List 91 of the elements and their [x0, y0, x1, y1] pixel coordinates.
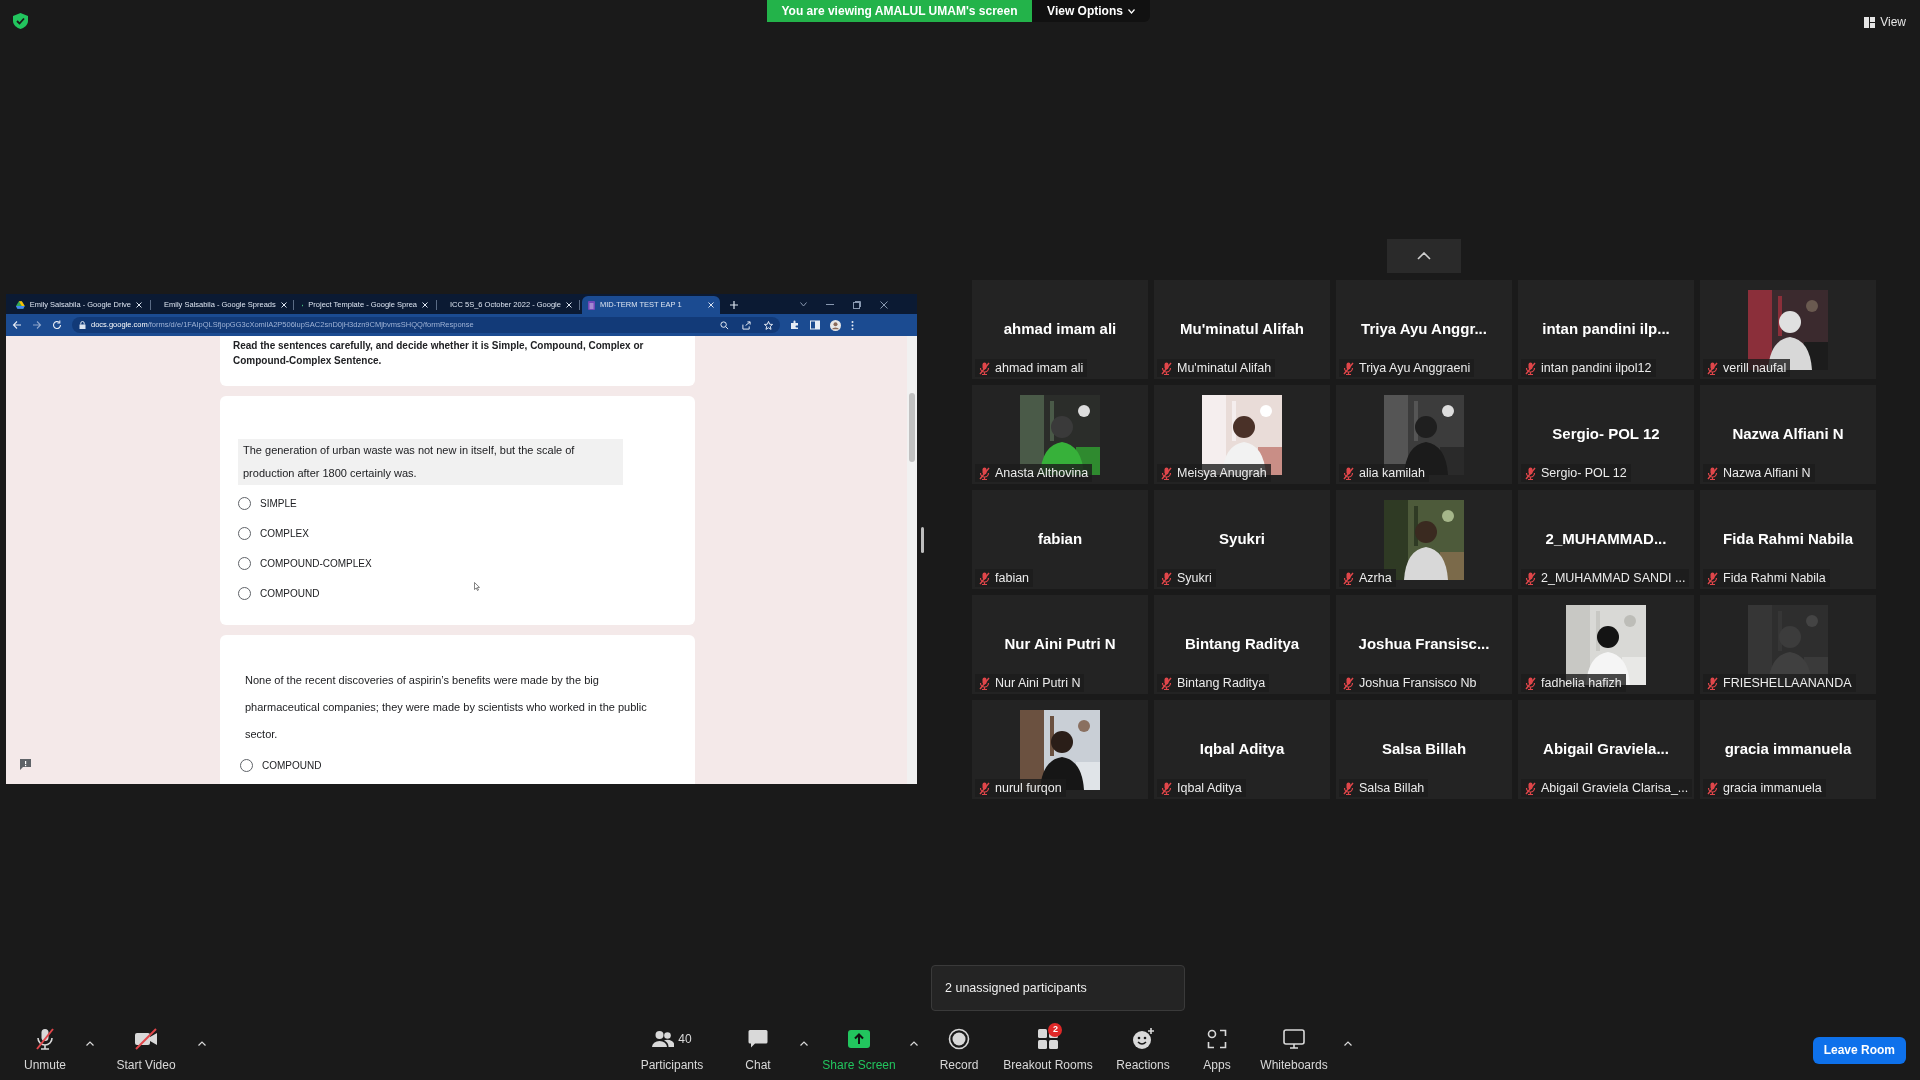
participant-name: Syukri: [1177, 569, 1212, 587]
question-text: None of the recent discoveries of aspirin’s benefits were made by the big pharmaceutical companies; they were made by scientists who worked in the public sector.: [244, 673, 648, 742]
leave-room-button[interactable]: Leave Room: [1812, 1036, 1906, 1064]
participant-name: Meisya Anugrah: [1177, 464, 1267, 482]
display-name: Bintang Raditya: [1184, 634, 1300, 655]
participant-name: FRIESHELLAANANDA: [1723, 674, 1852, 692]
display-name: fabian: [1037, 529, 1083, 550]
display-name: Abigail Graviela...: [1543, 739, 1669, 760]
viewing-banner: You are viewing AMALUL UMAM's screen: [767, 0, 1032, 22]
participant-tile[interactable]: intan pandini ilp... intan pandini ilpol12: [1518, 280, 1694, 379]
participant-name: gracia immanuela: [1723, 779, 1822, 797]
participant-tile[interactable]: fadhelia hafizh: [1518, 595, 1694, 694]
toolbar-button[interactable]: Chat: [726, 1026, 790, 1074]
option-label[interactable]: COMPLEX: [260, 525, 309, 541]
participant-tile[interactable]: Iqbal Aditya Iqbal Aditya: [1154, 700, 1330, 799]
participant-name: Mu'minatul Alifah: [1177, 359, 1272, 377]
display-name: Triya Ayu Anggr...: [1361, 319, 1487, 340]
participant-tile[interactable]: Meisya Anugrah: [1154, 385, 1330, 484]
participant-tile[interactable]: Salsa Billah Salsa Billah: [1336, 700, 1512, 799]
participant-name: 2_MUHAMMAD SANDI ...: [1541, 569, 1686, 587]
option-label[interactable]: COMPOUND-COMPLEX: [260, 555, 372, 571]
participant-name: verill naufal: [1723, 359, 1787, 377]
participant-name: Fida Rahmi Nabila: [1723, 569, 1826, 587]
participant-tile[interactable]: Anasta Althovina: [972, 385, 1148, 484]
toolbar-button[interactable]: Record: [928, 1026, 990, 1074]
display-name: Nur Aini Putri N: [1004, 634, 1116, 655]
participant-tile[interactable]: ahmad imam ali ahmad imam ali: [972, 280, 1148, 379]
participant-tile[interactable]: Joshua Fransisc... Joshua Fransisco Nb: [1336, 595, 1512, 694]
option-label[interactable]: COMPOUND: [260, 585, 320, 601]
toolbar-button[interactable]: Unmute: [10, 1026, 80, 1074]
participant-name: fabian: [995, 569, 1030, 587]
participant-name: Joshua Fransisco Nb: [1359, 674, 1477, 692]
toolbar-button[interactable]: Whiteboards: [1254, 1026, 1334, 1074]
display-name: ahmad imam ali: [1003, 319, 1117, 340]
display-name: Joshua Fransisc...: [1358, 634, 1490, 655]
display-name: Nazwa Alfiani N: [1732, 424, 1844, 445]
participant-tile[interactable]: Nazwa Alfiani N Nazwa Alfiani N: [1700, 385, 1876, 484]
participant-name: Salsa Billah: [1359, 779, 1425, 797]
view-button[interactable]: View: [1864, 13, 1906, 31]
toolbar-button[interactable]: Reactions: [1106, 1026, 1180, 1074]
participant-tile[interactable]: FRIESHELLAANANDA: [1700, 595, 1876, 694]
toolbar-button[interactable]: Start Video: [100, 1026, 192, 1074]
display-name: Mu'minatul Alifah: [1180, 319, 1304, 340]
participant-tile[interactable]: verill naufal: [1700, 280, 1876, 379]
display-name: Sergio- POL 12: [1552, 424, 1660, 445]
participant-count: 40: [678, 1030, 692, 1048]
toolbar-button[interactable]: Apps: [1188, 1026, 1246, 1074]
participant-tile[interactable]: Triya Ayu Anggr... Triya Ayu Anggraeni: [1336, 280, 1512, 379]
participant-tile[interactable]: Syukri Syukri: [1154, 490, 1330, 589]
display-name: intan pandini ilp...: [1542, 319, 1670, 340]
participant-name: Bintang Raditya: [1177, 674, 1266, 692]
participant-name: Sergio- POL 12: [1541, 464, 1627, 482]
display-name: Syukri: [1219, 529, 1265, 550]
participant-tile[interactable]: fabian fabian: [972, 490, 1148, 589]
participant-name: Abigail Graviela Clarisa_...: [1541, 779, 1689, 797]
participant-tile[interactable]: nurul furqon: [972, 700, 1148, 799]
count-badge: 2: [1048, 1022, 1063, 1037]
question-text: The generation of urban waste was not new in itself, but the scale of production after 1800 certainly was.: [238, 439, 623, 485]
participant-name: nurul furqon: [995, 779, 1062, 797]
participant-name: Nazwa Alfiani N: [1723, 464, 1811, 482]
participant-name: Iqbal Aditya: [1177, 779, 1242, 797]
instructions-text: Read the sentences carefully, and decide whether it is Simple, Compound, Complex or Compound-Complex Sentence.: [233, 339, 645, 368]
participant-tile[interactable]: Abigail Graviela... Abigail Graviela Clarisa_...: [1518, 700, 1694, 799]
display-name: Fida Rahmi Nabila: [1723, 529, 1853, 550]
toolbar-button[interactable]: 40 Participants: [626, 1026, 718, 1074]
participant-tile[interactable]: Azrha: [1336, 490, 1512, 589]
participant-name: intan pandini ilpol12: [1541, 359, 1652, 377]
display-name: gracia immanuela: [1724, 739, 1852, 760]
participant-tile[interactable]: Sergio- POL 12 Sergio- POL 12: [1518, 385, 1694, 484]
participant-tile[interactable]: gracia immanuela gracia immanuela: [1700, 700, 1876, 799]
participant-name: Anasta Althovina: [995, 464, 1089, 482]
participant-tile[interactable]: alia kamilah: [1336, 385, 1512, 484]
participant-tile[interactable]: Nur Aini Putri N Nur Aini Putri N: [972, 595, 1148, 694]
participant-tile[interactable]: Fida Rahmi Nabila Fida Rahmi Nabila: [1700, 490, 1876, 589]
tooltip-text: 2 unassigned participants: [945, 979, 1087, 997]
participant-name: fadhelia hafizh: [1541, 674, 1622, 692]
participant-tile[interactable]: 2_MUHAMMAD... 2_MUHAMMAD SANDI ...: [1518, 490, 1694, 589]
display-name: 2_MUHAMMAD...: [1545, 529, 1667, 550]
participant-name: ahmad imam ali: [995, 359, 1084, 377]
display-name: Iqbal Aditya: [1199, 739, 1285, 760]
participant-name: Azrha: [1359, 569, 1392, 587]
participant-name: Triya Ayu Anggraeni: [1359, 359, 1471, 377]
participant-name: alia kamilah: [1359, 464, 1425, 482]
participant-tile[interactable]: Bintang Raditya Bintang Raditya: [1154, 595, 1330, 694]
view-options-button[interactable]: View Options: [1032, 0, 1150, 22]
option-label[interactable]: SIMPLE: [260, 495, 297, 511]
display-name: Salsa Billah: [1381, 739, 1467, 760]
option-label[interactable]: COMPOUND: [262, 757, 322, 773]
toolbar-button[interactable]: Share Screen: [818, 1026, 900, 1074]
participant-tile[interactable]: Mu'minatul Alifah Mu'minatul Alifah: [1154, 280, 1330, 379]
participant-name: Nur Aini Putri N: [995, 674, 1081, 692]
